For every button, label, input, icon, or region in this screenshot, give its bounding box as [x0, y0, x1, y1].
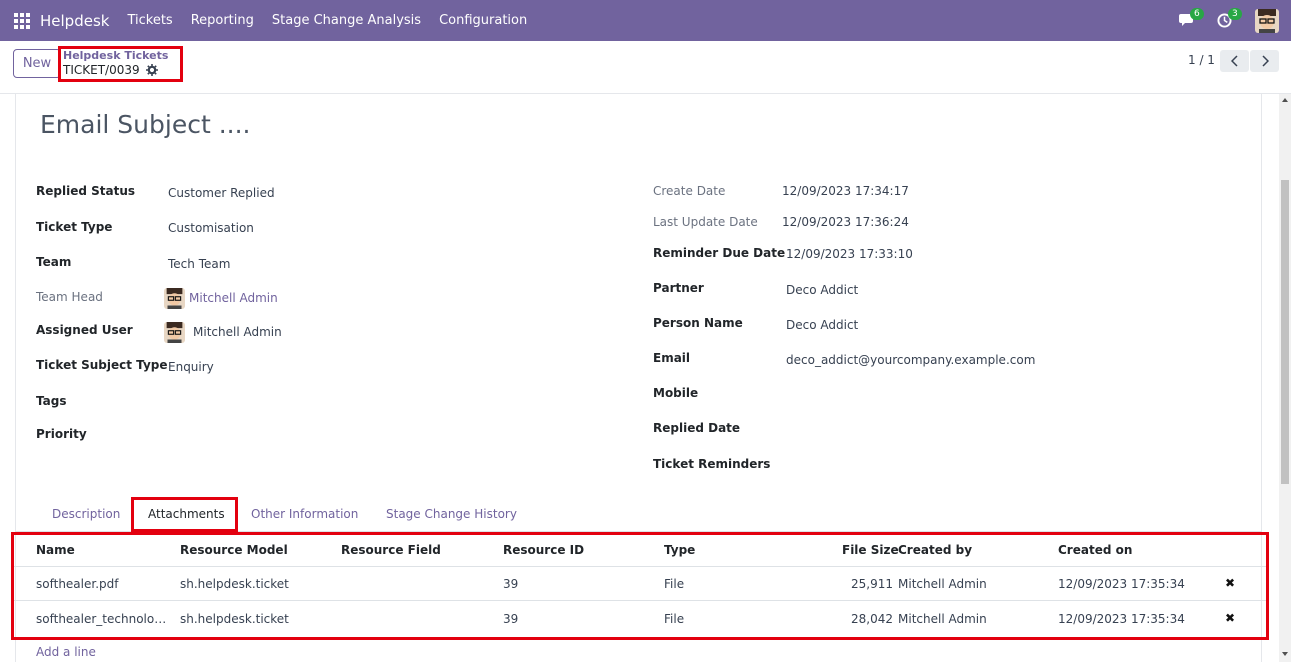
- field-person-name[interactable]: Deco Addict: [786, 318, 858, 332]
- menu-stage-change-analysis[interactable]: Stage Change Analysis: [272, 13, 421, 28]
- tab-stage-change-history[interactable]: Stage Change History: [386, 507, 517, 521]
- cell-resource-id[interactable]: 39: [503, 577, 518, 591]
- field-team[interactable]: Tech Team: [168, 257, 230, 271]
- pager-previous-button[interactable]: [1220, 50, 1249, 72]
- delete-row-icon[interactable]: ✖: [1225, 576, 1235, 590]
- ticket-subject-title[interactable]: Email Subject ....: [40, 110, 251, 139]
- field-label-ticket-reminders: Ticket Reminders: [653, 457, 771, 471]
- gear-icon[interactable]: [145, 64, 158, 76]
- breadcrumb-parent[interactable]: Helpdesk Tickets: [63, 49, 168, 62]
- field-partner[interactable]: Deco Addict: [786, 283, 858, 297]
- field-label-ticket-type: Ticket Type: [36, 220, 113, 234]
- column-created-on[interactable]: Created on: [1058, 543, 1132, 557]
- field-label-tags: Tags: [36, 394, 67, 408]
- field-label-email: Email: [653, 351, 691, 365]
- field-label-person-name: Person Name: [653, 316, 743, 330]
- vertical-scrollbar[interactable]: [1279, 94, 1291, 662]
- chevron-right-icon: [1261, 55, 1269, 67]
- activities-button[interactable]: 3: [1217, 7, 1242, 31]
- cell-resource-model[interactable]: sh.helpdesk.ticket: [180, 577, 289, 591]
- header-divider: [14, 566, 1266, 567]
- apps-menu-icon[interactable]: [14, 12, 30, 29]
- assigned-user-avatar: [164, 322, 185, 343]
- chevron-left-icon: [1230, 55, 1238, 67]
- team-head-avatar: [164, 288, 185, 309]
- field-label-last-update-date: Last Update Date: [653, 215, 758, 229]
- field-team-head[interactable]: Mitchell Admin: [189, 291, 278, 305]
- cell-created-by[interactable]: Mitchell Admin: [898, 612, 987, 626]
- field-label-team-head: Team Head: [36, 290, 103, 304]
- activities-badge: 3: [1228, 7, 1242, 20]
- cell-resource-model[interactable]: sh.helpdesk.ticket: [180, 612, 289, 626]
- scroll-thumb[interactable]: [1281, 180, 1289, 484]
- app-brand[interactable]: Helpdesk: [40, 12, 109, 30]
- user-avatar[interactable]: [1255, 8, 1279, 33]
- column-resource-id[interactable]: Resource ID: [503, 543, 584, 557]
- field-replied-status[interactable]: Customer Replied: [168, 186, 275, 200]
- column-created-by[interactable]: Created by: [898, 543, 972, 557]
- row-divider: [14, 600, 1266, 601]
- column-file-size[interactable]: File Size: [842, 543, 899, 557]
- column-resource-model[interactable]: Resource Model: [180, 543, 288, 557]
- messages-button[interactable]: 6: [1179, 7, 1204, 31]
- field-email[interactable]: deco_addict@yourcompany.example.com: [786, 353, 1035, 367]
- field-ticket-type[interactable]: Customisation: [168, 221, 254, 235]
- menu-configuration[interactable]: Configuration: [439, 13, 527, 28]
- field-label-priority: Priority: [36, 427, 87, 441]
- field-label-assigned-user: Assigned User: [36, 323, 133, 337]
- field-assigned-user[interactable]: Mitchell Admin: [193, 325, 282, 339]
- field-ticket-subject-type[interactable]: Enquiry: [168, 360, 214, 374]
- menu-tickets[interactable]: Tickets: [127, 13, 172, 28]
- column-type[interactable]: Type: [664, 543, 695, 557]
- cell-type[interactable]: File: [664, 612, 684, 626]
- messages-badge: 6: [1190, 7, 1204, 20]
- cell-created-by[interactable]: Mitchell Admin: [898, 577, 987, 591]
- add-line-link[interactable]: Add a line: [36, 645, 96, 659]
- field-last-update-date: 12/09/2023 17:36:24: [782, 215, 909, 229]
- tab-attachments[interactable]: Attachments: [148, 507, 225, 521]
- field-reminder-due-date[interactable]: 12/09/2023 17:33:10: [786, 247, 913, 261]
- top-navbar: Helpdesk Tickets Reporting Stage Change …: [0, 0, 1291, 41]
- column-resource-field[interactable]: Resource Field: [341, 543, 441, 557]
- menu-reporting[interactable]: Reporting: [191, 13, 254, 28]
- field-label-replied-date: Replied Date: [653, 421, 741, 435]
- cell-created-on[interactable]: 12/09/2023 17:35:34: [1058, 577, 1185, 591]
- cell-file-size[interactable]: 28,042: [851, 612, 893, 626]
- field-label-mobile: Mobile: [653, 386, 699, 400]
- cell-type[interactable]: File: [664, 577, 684, 591]
- pager-value[interactable]: 1 / 1: [1188, 53, 1215, 67]
- breadcrumb-current: TICKET/0039: [63, 63, 158, 77]
- pager-next-button[interactable]: [1250, 50, 1279, 72]
- field-label-ticket-subject-type: Ticket Subject Type: [36, 358, 168, 372]
- field-label-partner: Partner: [653, 281, 704, 295]
- field-label-team: Team: [36, 255, 72, 269]
- field-label-replied-status: Replied Status: [36, 184, 135, 198]
- field-create-date: 12/09/2023 17:34:17: [782, 184, 909, 198]
- field-label-create-date: Create Date: [653, 184, 726, 198]
- column-name[interactable]: Name: [36, 543, 75, 557]
- tab-description[interactable]: Description: [52, 507, 120, 521]
- scroll-down-icon[interactable]: [1282, 652, 1288, 656]
- cell-name[interactable]: softhealer_technolo…: [36, 612, 166, 626]
- new-button[interactable]: New: [13, 49, 61, 78]
- delete-row-icon[interactable]: ✖: [1225, 611, 1235, 625]
- cell-file-size[interactable]: 25,911: [851, 577, 893, 591]
- cell-resource-id[interactable]: 39: [503, 612, 518, 626]
- breadcrumb-current-label: TICKET/0039: [63, 63, 140, 77]
- tab-other-information[interactable]: Other Information: [251, 507, 358, 521]
- scroll-up-icon[interactable]: [1282, 98, 1288, 102]
- cell-name[interactable]: softhealer.pdf: [36, 577, 118, 591]
- field-label-reminder-due-date: Reminder Due Date: [653, 246, 786, 260]
- control-panel: New Helpdesk Tickets TICKET/0039 1 / 1: [0, 41, 1291, 94]
- cell-created-on[interactable]: 12/09/2023 17:35:34: [1058, 612, 1185, 626]
